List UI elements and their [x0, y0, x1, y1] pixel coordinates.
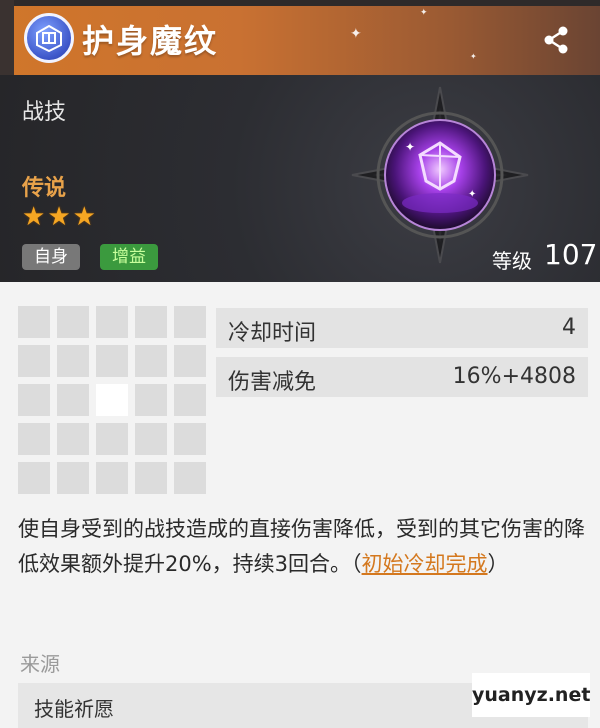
source-label: 来源	[20, 652, 60, 676]
grid-cell	[18, 423, 50, 455]
stat-value: 16%+4808	[452, 364, 576, 389]
grid-cell	[18, 384, 50, 416]
source-value: 技能祈愿	[34, 697, 114, 721]
grid-cell-self	[96, 384, 128, 416]
grid-cell	[96, 423, 128, 455]
tag-self: 自身	[22, 244, 80, 270]
svg-text:✦: ✦	[405, 140, 415, 154]
stat-value: 4	[562, 315, 576, 340]
svg-text:✦: ✦	[468, 189, 476, 200]
sparkle-decoration: ✦	[420, 8, 428, 18]
grid-cell	[174, 462, 206, 494]
grid-cell	[18, 306, 50, 338]
star-icon: ★	[22, 202, 46, 232]
grid-cell	[135, 423, 167, 455]
grid-cell	[135, 462, 167, 494]
sparkle-decoration: ✦	[350, 26, 362, 42]
stat-label: 冷却时间	[228, 321, 317, 346]
skill-book-emblem-icon	[24, 13, 74, 63]
description-tail: ）	[487, 552, 509, 576]
stat-row-damage-reduction: 伤害减免 16%+4808	[216, 357, 588, 397]
purple-magic-seal-icon: ✦ ✦	[350, 85, 530, 265]
range-grid	[18, 306, 206, 494]
sparkle-decoration: ✦	[470, 52, 477, 61]
skill-type-label: 战技	[22, 100, 67, 125]
watermark: yuanyz.net	[472, 673, 590, 717]
grid-cell	[174, 345, 206, 377]
grid-cell	[57, 345, 89, 377]
grid-cell	[57, 462, 89, 494]
star-icon: ★	[47, 202, 71, 232]
skill-description: 使自身受到的战技造成的直接伤害降低，受到的其它伤害的降低效果额外提升20%，持续…	[18, 512, 588, 582]
share-icon[interactable]	[540, 24, 572, 56]
grid-cell	[174, 423, 206, 455]
grid-cell	[18, 462, 50, 494]
level-value: 107	[544, 238, 598, 271]
grid-cell	[57, 384, 89, 416]
stat-row-cooldown: 冷却时间 4	[216, 308, 588, 348]
grid-cell	[57, 423, 89, 455]
grid-cell	[18, 345, 50, 377]
rarity-label: 传说	[22, 176, 67, 201]
grid-cell	[135, 306, 167, 338]
page-title: 护身魔纹	[82, 22, 219, 60]
grid-cell	[135, 345, 167, 377]
grid-cell	[135, 384, 167, 416]
star-icon: ★	[72, 202, 96, 232]
initial-cooldown-link[interactable]: 初始冷却完成	[362, 552, 488, 576]
grid-cell	[96, 306, 128, 338]
grid-cell	[96, 345, 128, 377]
skill-detail-card: ✦ ✦ ✦ 护身魔纹 战技 传说 ★ ★ ★ 自身 增益 等级 107 ✦ ✦ …	[0, 0, 600, 728]
rarity-stars: ★ ★ ★	[22, 204, 96, 230]
grid-cell	[57, 306, 89, 338]
tag-buff: 增益	[100, 244, 158, 270]
grid-cell	[96, 462, 128, 494]
grid-cell	[174, 384, 206, 416]
grid-cell	[174, 306, 206, 338]
stat-label: 伤害减免	[228, 370, 317, 395]
